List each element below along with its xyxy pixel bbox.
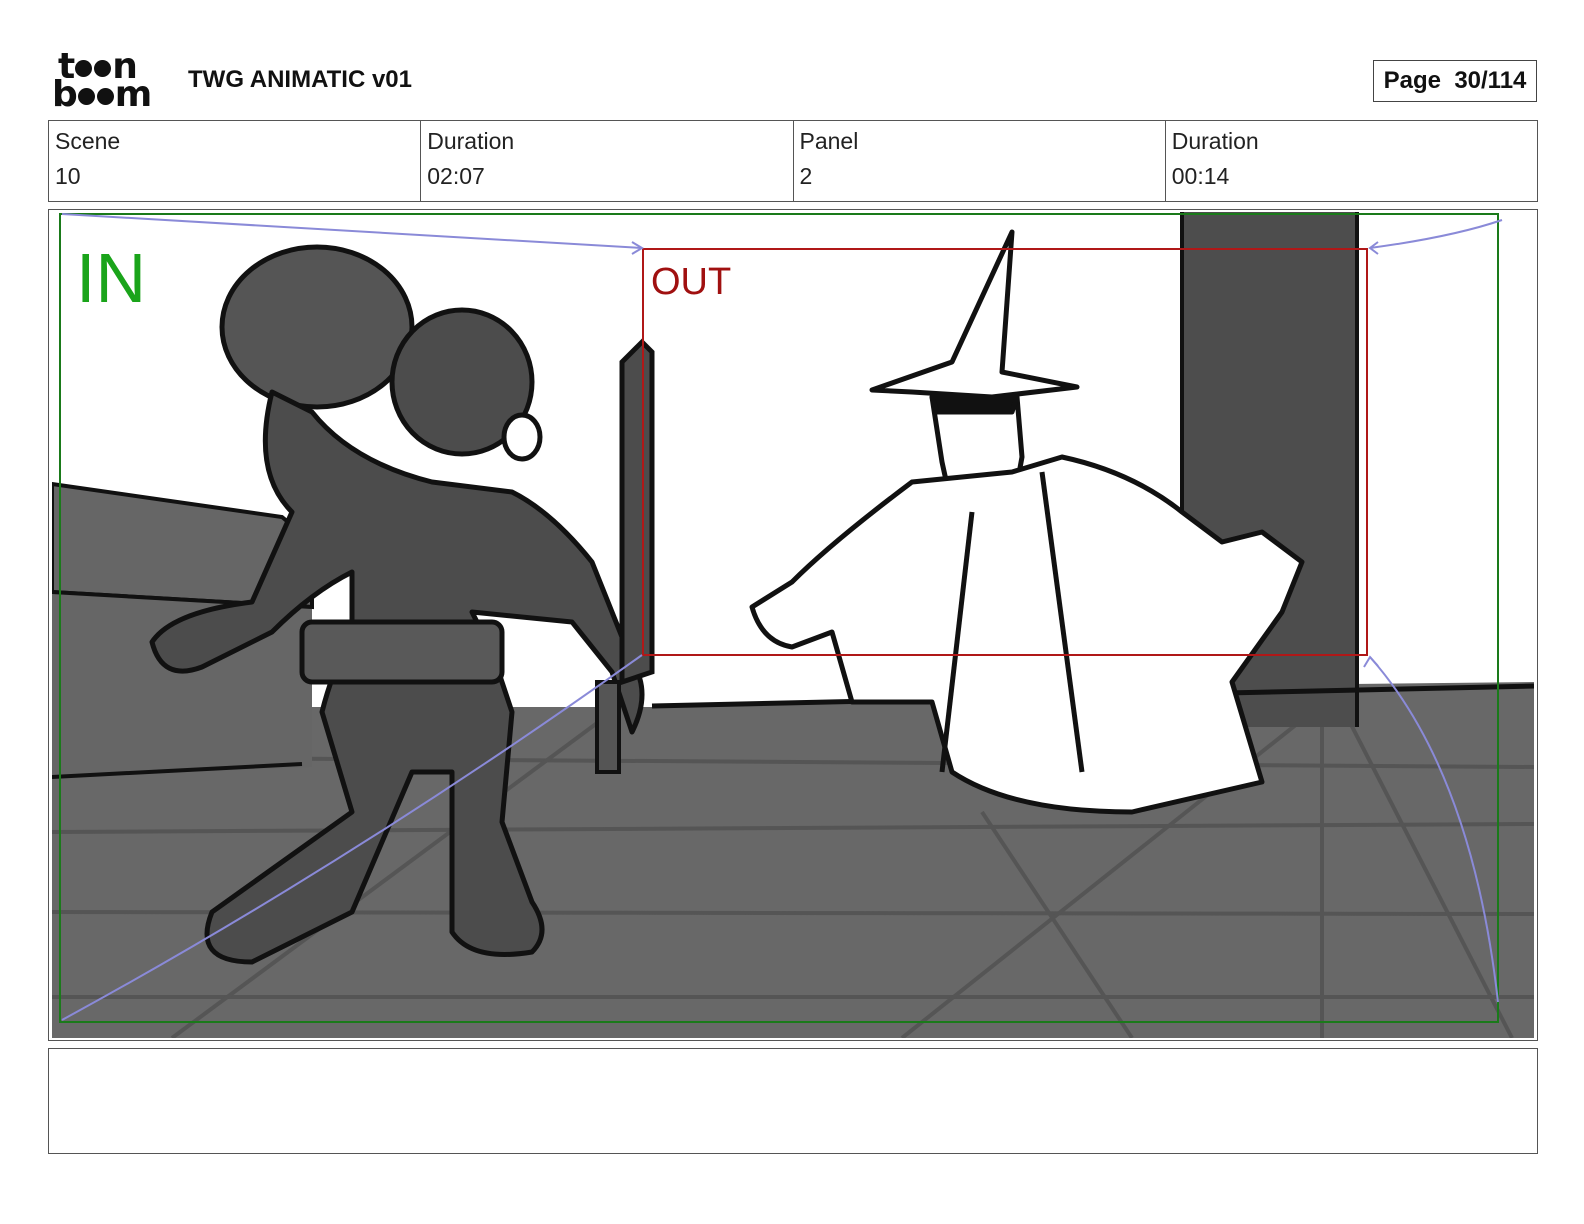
- page-label: Page: [1383, 67, 1441, 94]
- panel-info-table: Scene 10 Duration 02:07 Panel 2 Duration…: [48, 120, 1538, 202]
- panel-label: Panel: [799, 128, 859, 154]
- page-indicator: Page 30/114: [1373, 60, 1537, 102]
- sword: [619, 338, 655, 686]
- out-label: OUT: [651, 261, 731, 303]
- scene-duration-label: Duration: [427, 128, 515, 154]
- page-number: 30/114: [1454, 67, 1527, 94]
- scene-duration-cell: Duration 02:07: [421, 121, 794, 201]
- in-label: IN: [76, 239, 146, 317]
- scene-value: 10: [55, 163, 81, 189]
- scene-cell: Scene 10: [49, 121, 422, 201]
- logo-word-boom: bm: [52, 74, 152, 115]
- panel-cell: Panel 2: [794, 121, 1166, 201]
- document-title: TWG ANIMATIC v01: [188, 66, 413, 93]
- panel-value: 2: [799, 163, 813, 189]
- scene-label: Scene: [55, 128, 121, 154]
- panel-duration-label: Duration: [1171, 128, 1259, 154]
- panel-duration-value: 00:14: [1171, 163, 1230, 189]
- panel-notes-box: [48, 1048, 1538, 1154]
- panel-duration-cell: Duration 00:14: [1166, 121, 1537, 201]
- storyboard-panel-image: IN OUT: [52, 212, 1534, 1038]
- scene-duration-value: 02:07: [427, 163, 485, 189]
- toonboom-logo: tn bm: [52, 49, 164, 115]
